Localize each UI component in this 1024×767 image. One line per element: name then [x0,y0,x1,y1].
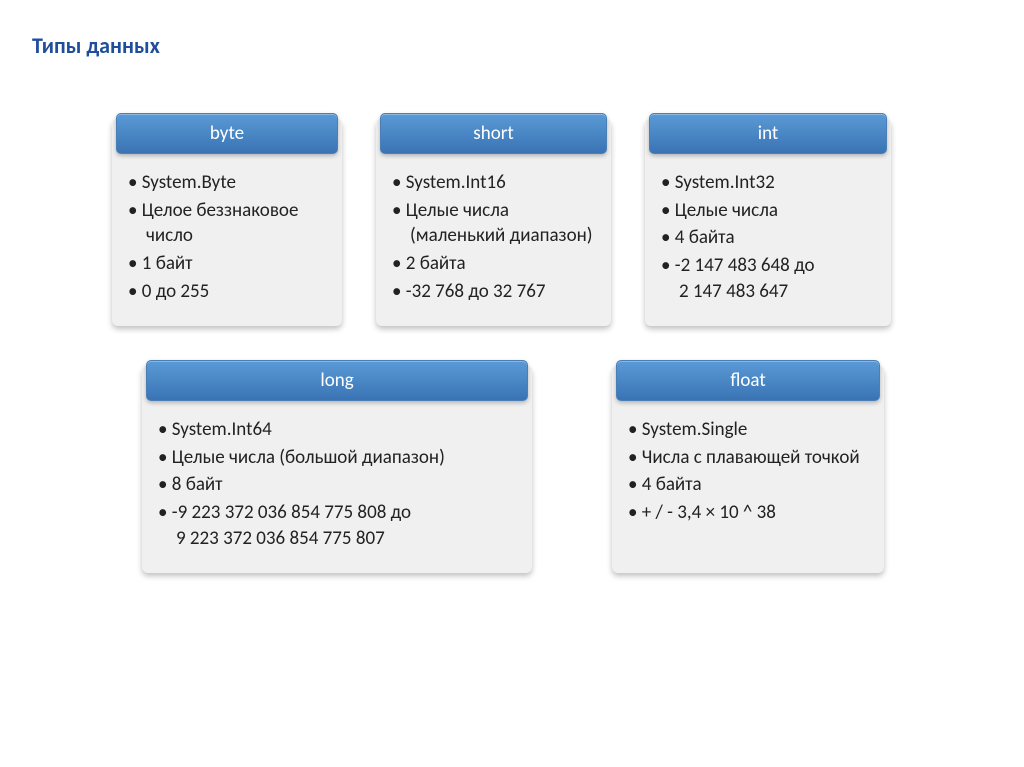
card-long-item-1: Целые числа (большой диапазон) [158,445,516,471]
card-short-item-2: 2 байта [392,251,595,277]
card-short: short System.Int16 Целые числа (маленьки… [376,119,611,326]
cards-container: byte System.Byte Целое беззнаковое число… [32,119,992,573]
card-int-body: System.Int32 Целые числа 4 байта -2 147 … [645,156,891,326]
card-byte-item-1: Целое беззнаковое число [128,198,326,249]
card-short-header: short [380,113,607,154]
card-float-header: float [616,360,880,401]
page-title: Типы данных [32,32,992,59]
card-long: long System.Int64 Целые числа (большой д… [142,366,532,573]
card-int-item-1: Целые числа [661,198,875,224]
card-long-item-0: System.Int64 [158,417,516,443]
card-short-item-1: Целые числа (маленький диапазон) [392,198,595,249]
card-byte-item-2: 1 байт [128,251,326,277]
card-short-body: System.Int16 Целые числа (маленький диап… [376,156,611,326]
card-float-body: System.Single Числа с плавающей точкой 4… [612,403,884,548]
card-float-item-3: + / - 3,4 × 10 ^ 38 [628,500,868,526]
row-2: long System.Int64 Целые числа (большой д… [112,366,992,573]
card-float-item-2: 4 байта [628,472,868,498]
card-byte-header: byte [116,113,338,154]
card-int-item-0: System.Int32 [661,170,875,196]
card-float: float System.Single Числа с плавающей то… [612,366,884,573]
card-int-item-2: 4 байта [661,225,875,251]
card-int: int System.Int32 Целые числа 4 байта -2 … [645,119,891,326]
card-long-body: System.Int64 Целые числа (большой диапаз… [142,403,532,573]
card-byte-item-3: 0 до 255 [128,279,326,305]
card-short-item-3: -32 768 до 32 767 [392,279,595,305]
card-float-item-1: Числа с плавающей точкой [628,445,868,471]
card-short-item-0: System.Int16 [392,170,595,196]
row-1: byte System.Byte Целое беззнаковое число… [112,119,992,326]
card-long-item-2: 8 байт [158,472,516,498]
card-long-item-3: -9 223 372 036 854 775 808 до 9 223 372 … [158,500,516,551]
card-float-item-0: System.Single [628,417,868,443]
card-byte-item-0: System.Byte [128,170,326,196]
card-int-item-3: -2 147 483 648 до 2 147 483 647 [661,253,875,304]
card-int-header: int [649,113,887,154]
card-byte-body: System.Byte Целое беззнаковое число 1 ба… [112,156,342,326]
card-long-header: long [146,360,528,401]
card-byte: byte System.Byte Целое беззнаковое число… [112,119,342,326]
